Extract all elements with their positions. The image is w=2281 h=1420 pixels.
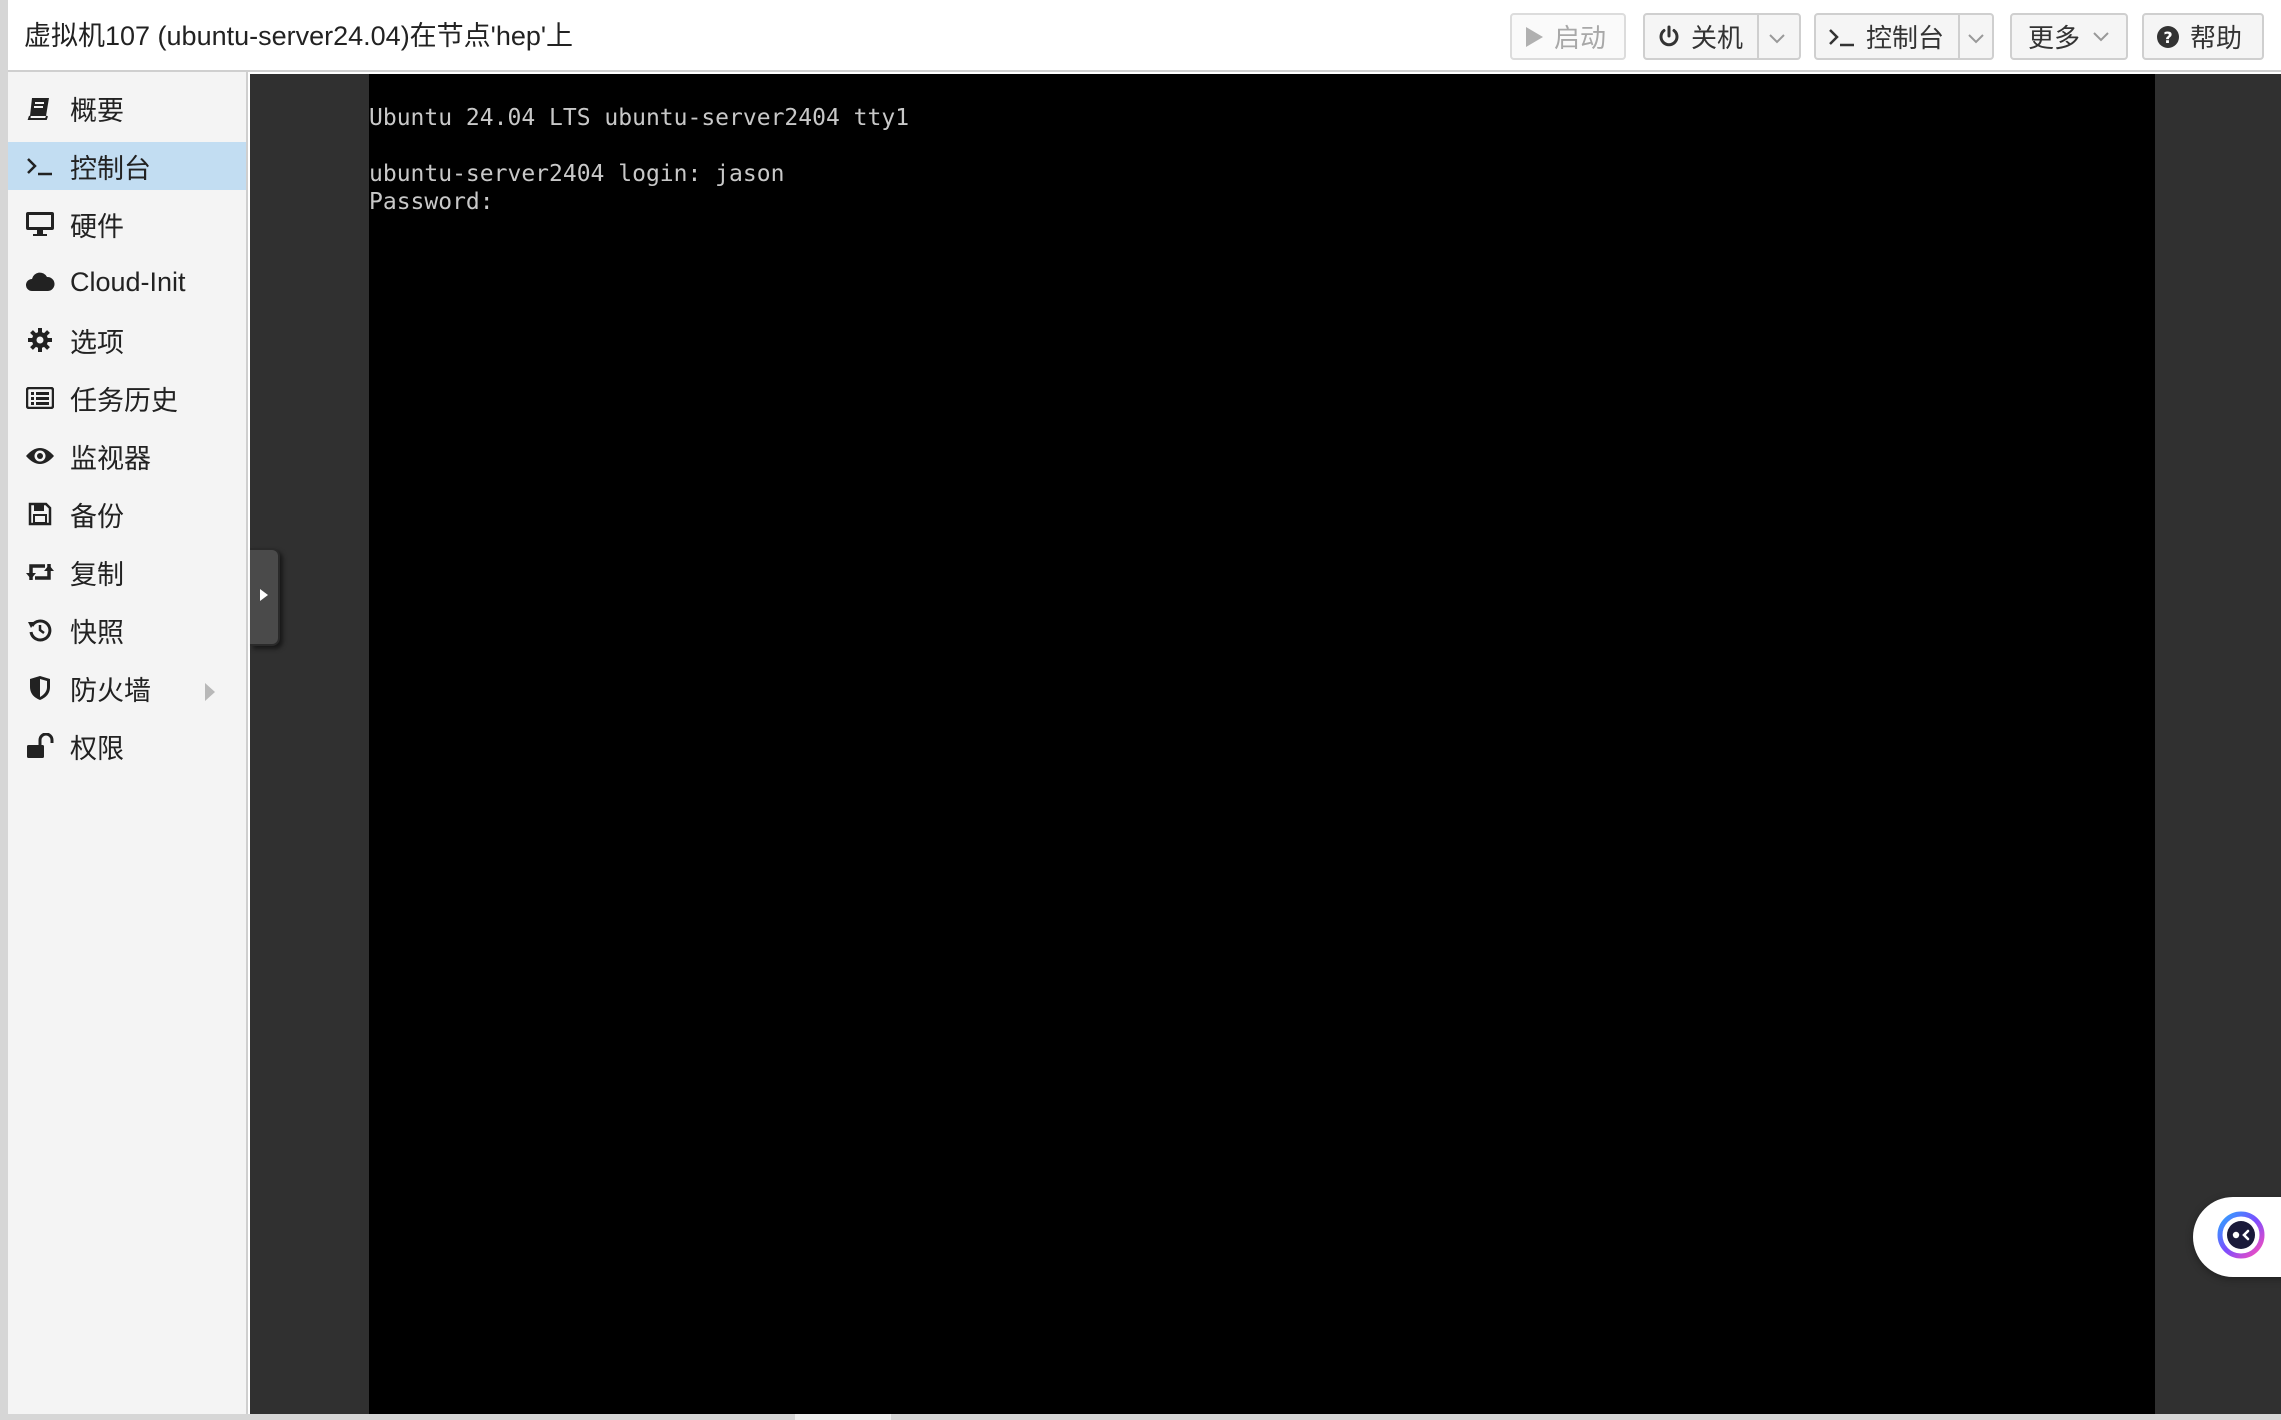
sidebar-collapse-toggle[interactable] [250,548,280,646]
console-line: Ubuntu 24.04 LTS ubuntu-server2404 tty1 [369,105,910,131]
more-button-label: 更多 [2028,23,2081,53]
power-icon [1657,25,1681,49]
list-icon [24,387,56,409]
terminal-icon [24,155,56,177]
sidebar-item-options[interactable]: 选项 [8,316,246,364]
help-button-label: 帮助 [2190,23,2243,53]
sidebar-item-label: 复制 [70,559,124,590]
sidebar-item-label: 权限 [70,733,124,764]
sidebar-item-label: 任务历史 [70,385,178,416]
bottom-border [0,1414,2281,1420]
gear-icon [24,327,56,353]
console-button[interactable]: 控制台 [1814,13,1994,60]
shield-icon [24,675,56,701]
assistant-face-icon [2217,1211,2265,1264]
unlock-icon [24,733,56,759]
play-icon [1524,26,1544,48]
sidebar-item-label: Cloud-Init [70,266,186,297]
chevron-down-icon [1768,21,1786,52]
sidebar-item-label: 控制台 [70,153,151,184]
shutdown-dropdown-toggle[interactable] [1757,15,1795,58]
terminal-icon [1828,26,1856,48]
start-button-label: 启动 [1554,23,1607,53]
svg-text:?: ? [2163,28,2172,47]
book-icon [24,95,56,121]
console-line: ubuntu-server2404 login: jason [369,161,785,187]
sidebar-item-hardware[interactable]: 硬件 [8,200,246,248]
page-title: 虚拟机107 (ubuntu-server24.04)在节点'hep'上 [24,21,574,51]
sidebar-item-task-history[interactable]: 任务历史 [8,374,246,422]
sidebar-item-cloud-init[interactable]: Cloud-Init [8,258,246,306]
history-icon [24,617,56,643]
chevron-down-icon [1967,21,1985,52]
eye-icon [24,446,56,466]
shutdown-button[interactable]: 关机 [1643,13,1801,60]
expand-arrow-icon[interactable] [204,678,216,709]
chevron-down-icon [2092,31,2110,43]
console-line: Password: [369,189,494,215]
shutdown-button-label: 关机 [1691,23,1744,53]
sidebar-item-label: 概要 [70,95,124,126]
sidebar-item-monitor[interactable]: 监视器 [8,432,246,480]
more-button[interactable]: 更多 [2010,13,2128,60]
assistant-bubble[interactable] [2193,1197,2281,1277]
sidebar-item-label: 防火墙 [70,675,151,706]
sidebar-item-replication[interactable]: 复制 [8,548,246,596]
help-button[interactable]: ? 帮助 [2142,13,2264,60]
retweet-icon [24,560,56,584]
sidebar-item-summary[interactable]: 概要 [8,84,246,132]
sidebar-item-firewall[interactable]: 防火墙 [8,664,246,712]
floppy-icon [24,502,56,526]
vnc-console-screen[interactable]: Ubuntu 24.04 LTS ubuntu-server2404 tty1 … [369,74,2155,1414]
sidebar-item-label: 选项 [70,327,124,358]
sidebar-item-permissions[interactable]: 权限 [8,722,246,770]
sidebar-item-label: 备份 [70,501,124,532]
start-button[interactable]: 启动 [1510,13,1626,60]
sidebar-item-console[interactable]: 控制台 [8,142,246,190]
console-dropdown-toggle[interactable] [1958,15,1992,58]
caret-right-icon [259,588,269,607]
question-circle-icon: ? [2156,25,2180,49]
sidebar-item-label: 硬件 [70,211,124,242]
sidebar-item-label: 快照 [70,617,124,648]
resize-handle[interactable] [795,1414,891,1420]
cloud-icon [24,271,56,293]
sidebar-item-backup[interactable]: 备份 [8,490,246,538]
desktop-icon [24,211,56,237]
console-button-label: 控制台 [1866,23,1945,53]
sidebar-item-label: 监视器 [70,443,151,474]
sidebar-item-snapshots[interactable]: 快照 [8,606,246,654]
sidebar-nav: 概要 控制台 硬件 Cloud-Init 选项 任务历史 监视器 备份 复制 快… [8,72,248,1414]
header-bar: 虚拟机107 (ubuntu-server24.04)在节点'hep'上 启动 … [8,0,2281,72]
